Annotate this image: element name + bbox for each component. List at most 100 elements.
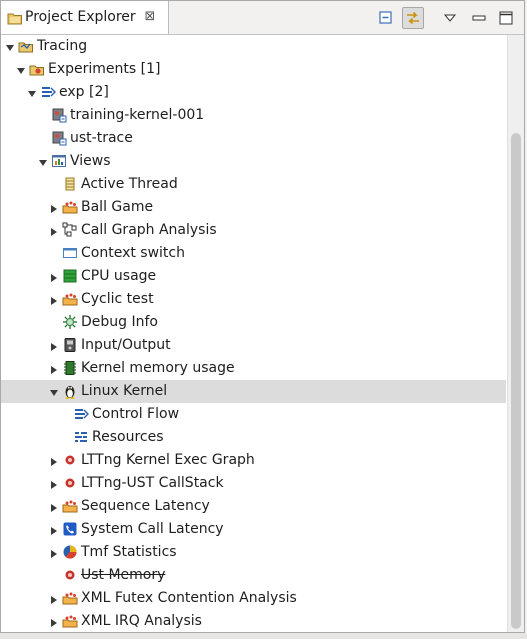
vertical-scrollbar[interactable] <box>507 35 524 632</box>
tree-item-label: CPU usage <box>81 268 157 284</box>
tree-item[interactable]: exp [2] <box>1 81 506 104</box>
tree-item-label: Sequence Latency <box>81 498 210 514</box>
bottom-border <box>0 633 527 639</box>
memory-icon <box>62 360 78 376</box>
experiment-icon <box>40 84 56 100</box>
tree-item[interactable]: Sequence Latency <box>1 495 506 518</box>
expanded-twisty-icon[interactable] <box>38 156 48 166</box>
tree-item[interactable]: Resources <box>1 426 506 449</box>
tree-item[interactable]: XML Futex Contention Analysis <box>1 587 506 610</box>
tux-icon <box>62 383 78 399</box>
collapsed-twisty-icon[interactable] <box>49 202 59 213</box>
tree-item[interactable]: Context switch <box>1 242 506 265</box>
tree-item[interactable]: Control Flow <box>1 403 506 426</box>
lttng-icon <box>62 567 78 583</box>
disk-icon <box>62 337 78 353</box>
tree-item-label: Kernel memory usage <box>81 360 235 376</box>
expanded-twisty-icon[interactable] <box>49 386 59 396</box>
tree-item[interactable]: LTTng-UST CallStack <box>1 472 506 495</box>
expanded-twisty-icon[interactable] <box>5 41 15 51</box>
trace-icon <box>51 130 67 146</box>
expanded-twisty-icon[interactable] <box>27 87 37 97</box>
tree-item-label: Tracing <box>37 38 88 54</box>
collapsed-twisty-icon[interactable] <box>49 363 59 374</box>
project-explorer-tab[interactable]: Project Explorer ⊠ <box>1 1 169 34</box>
active-thread-icon <box>62 176 78 192</box>
pie-chart-icon <box>62 544 78 560</box>
link-with-editor-button[interactable] <box>402 7 424 29</box>
tree-item-label: Cyclic test <box>81 291 154 307</box>
collapsed-twisty-icon[interactable] <box>49 294 59 305</box>
xml-analysis-icon <box>62 590 78 606</box>
tree-item[interactable]: Ust Memory <box>1 564 506 587</box>
xml-analysis-icon <box>62 498 78 514</box>
expanded-twisty-icon[interactable] <box>16 64 26 74</box>
tree-item[interactable]: ust-trace <box>1 127 506 150</box>
collapsed-twisty-icon[interactable] <box>49 524 59 535</box>
collapse-all-button[interactable] <box>375 7 397 29</box>
debug-gear-icon <box>62 314 78 330</box>
collapsed-twisty-icon[interactable] <box>49 547 59 558</box>
collapsed-twisty-icon[interactable] <box>49 340 59 351</box>
tree-item[interactable]: LTTng Kernel Exec Graph <box>1 449 506 472</box>
collapsed-twisty-icon[interactable] <box>49 501 59 512</box>
tree-item[interactable]: Kernel memory usage <box>1 357 506 380</box>
tree-item[interactable]: Tmf Statistics <box>1 541 506 564</box>
cpu-usage-icon <box>62 268 78 284</box>
link-with-editor-icon <box>403 11 423 32</box>
tree-item-label: Linux Kernel <box>81 383 168 399</box>
tree-item-label: XML Futex Contention Analysis <box>81 590 297 606</box>
maximize-button[interactable] <box>495 7 517 29</box>
tree-item[interactable]: Call Graph Analysis <box>1 219 506 242</box>
view-menu-icon <box>439 14 461 33</box>
xml-analysis-icon <box>62 199 78 215</box>
tree-item-label: Input/Output <box>81 337 171 353</box>
tree-item[interactable]: Ball Game <box>1 196 506 219</box>
close-icon[interactable]: ⊠ <box>143 9 157 24</box>
project-explorer-icon <box>7 10 23 26</box>
tree-item[interactable]: Input/Output <box>1 334 506 357</box>
call-graph-icon <box>62 222 78 238</box>
tree-item-label: Active Thread <box>81 176 178 192</box>
minimize-icon <box>468 15 490 33</box>
tree-item-label: XML IRQ Analysis <box>81 613 202 629</box>
tree-item-label: Ust Memory <box>81 567 166 583</box>
window-icon <box>62 245 78 261</box>
tree-item-label: Call Graph Analysis <box>81 222 217 238</box>
tree-item[interactable]: Experiments [1] <box>1 58 506 81</box>
xml-analysis-icon <box>62 291 78 307</box>
tree-item-label: System Call Latency <box>81 521 224 537</box>
project-explorer-view: Project Explorer ⊠ Tracing Experiments [… <box>0 0 525 633</box>
control-flow-icon <box>73 406 89 422</box>
tree-item[interactable]: Linux Kernel <box>1 380 506 403</box>
tree-item[interactable]: CPU usage <box>1 265 506 288</box>
tree-item[interactable]: Active Thread <box>1 173 506 196</box>
tree-item-label: Tmf Statistics <box>81 544 177 560</box>
collapse-all-icon <box>375 11 397 33</box>
tree-item[interactable]: Views <box>1 150 506 173</box>
tree-item-label: LTTng Kernel Exec Graph <box>81 452 255 468</box>
tree-item[interactable]: training-kernel-001 <box>1 104 506 127</box>
collapsed-twisty-icon[interactable] <box>49 593 59 604</box>
tree-item[interactable]: Debug Info <box>1 311 506 334</box>
tracing-project-icon <box>18 38 34 54</box>
tree-item-label: ust-trace <box>70 130 133 146</box>
collapsed-twisty-icon[interactable] <box>49 455 59 466</box>
tree-item-label: Views <box>70 153 111 169</box>
tree-item-label: LTTng-UST CallStack <box>81 475 224 491</box>
tree-item-label: Resources <box>92 429 164 445</box>
tree-item-label: Debug Info <box>81 314 158 330</box>
lttng-icon <box>62 475 78 491</box>
tree-item[interactable]: Tracing <box>1 35 506 58</box>
tree-item[interactable]: System Call Latency <box>1 518 506 541</box>
collapsed-twisty-icon[interactable] <box>49 478 59 489</box>
minimize-button[interactable] <box>468 7 490 29</box>
tree-item[interactable]: Cyclic test <box>1 288 506 311</box>
scrollbar-thumb[interactable] <box>511 133 521 629</box>
tree-item[interactable]: XML IRQ Analysis <box>1 610 506 632</box>
collapsed-twisty-icon[interactable] <box>49 225 59 236</box>
project-tree[interactable]: Tracing Experiments [1] exp [2] training-ke… <box>1 35 506 632</box>
collapsed-twisty-icon[interactable] <box>49 616 59 627</box>
view-menu-button[interactable] <box>439 7 461 29</box>
collapsed-twisty-icon[interactable] <box>49 271 59 282</box>
